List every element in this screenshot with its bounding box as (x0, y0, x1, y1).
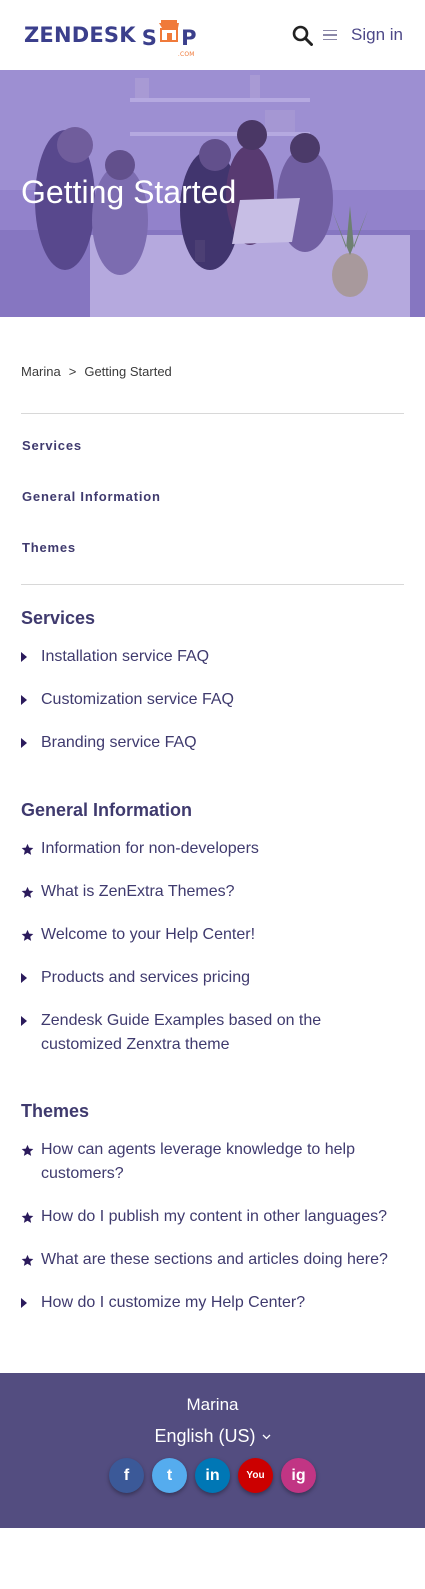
divider (21, 584, 404, 585)
page-title: Getting Started (21, 174, 237, 210)
article-link[interactable]: Welcome to your Help Center! (21, 923, 404, 947)
chevron-down-icon (262, 1434, 270, 1439)
hero-banner: Getting Started (0, 70, 425, 317)
section-title[interactable]: Services (21, 608, 404, 629)
header-actions: Sign in (290, 23, 403, 47)
language-label: English (US) (154, 1426, 256, 1446)
sign-in-link[interactable]: Sign in (351, 25, 403, 45)
article-title: Customization service FAQ (41, 691, 234, 708)
article-title: What is ZenExtra Themes? (41, 883, 235, 900)
shop-awning-icon (158, 19, 180, 43)
logo-dotcom: .COM (177, 50, 195, 58)
section-nav-services[interactable]: Services (22, 438, 404, 489)
logo-shop: SP .COM (141, 19, 197, 58)
main-content: Marina > Getting Started Services Genera… (0, 364, 425, 1315)
article-link[interactable]: Installation service FAQ (21, 645, 404, 669)
article-title: Branding service FAQ (41, 734, 197, 751)
article-link[interactable]: How can agents leverage knowledge to hel… (21, 1138, 404, 1186)
social-glyph: ig (291, 1466, 306, 1484)
article-title: How can agents leverage knowledge to hel… (41, 1141, 355, 1182)
instagram-icon[interactable]: ig (281, 1458, 316, 1493)
site-footer: Marina English (US) f t in You ig (0, 1373, 425, 1528)
article-title: What are these sections and articles doi… (41, 1251, 388, 1268)
section-title[interactable]: Themes (21, 1101, 404, 1122)
footer-brand[interactable]: Marina (187, 1395, 239, 1415)
logo-shop-s: S (141, 25, 158, 50)
article-title: How do I publish my content in other lan… (41, 1208, 387, 1225)
breadcrumb-separator: > (68, 364, 77, 379)
section-title[interactable]: General Information (21, 800, 404, 821)
article-link[interactable]: Zendesk Guide Examples based on the cust… (21, 1009, 404, 1057)
article-link[interactable]: Information for non-developers (21, 837, 404, 861)
article-link[interactable]: What is ZenExtra Themes? (21, 880, 404, 904)
social-glyph: You (246, 1470, 265, 1481)
twitter-icon[interactable]: t (152, 1458, 187, 1493)
linkedin-icon[interactable]: in (195, 1458, 230, 1493)
logo-shop-p: P (181, 25, 197, 50)
star-icon (21, 880, 41, 904)
breadcrumb-current: Getting Started (84, 364, 172, 379)
star-icon (21, 1205, 41, 1229)
section-nav: Services General Information Themes (21, 414, 404, 591)
caret-right-icon (21, 731, 41, 755)
facebook-icon[interactable]: f (109, 1458, 144, 1493)
caret-right-icon (21, 966, 41, 990)
article-link[interactable]: How do I publish my content in other lan… (21, 1205, 404, 1229)
language-selector[interactable]: English (US) (154, 1426, 270, 1447)
article-link[interactable]: Customization service FAQ (21, 688, 404, 712)
star-icon (21, 1248, 41, 1272)
logo[interactable]: ZENDESK SP .COM (24, 19, 197, 58)
caret-right-icon (21, 1291, 41, 1315)
star-icon (21, 1138, 41, 1162)
article-link[interactable]: What are these sections and articles doi… (21, 1248, 404, 1272)
breadcrumb-home[interactable]: Marina (21, 364, 61, 379)
site-header: ZENDESK SP .COM Sign in (0, 0, 425, 70)
article-link[interactable]: How do I customize my Help Center? (21, 1291, 404, 1315)
article-title: How do I customize my Help Center? (41, 1294, 306, 1311)
article-link[interactable]: Branding service FAQ (21, 731, 404, 755)
article-title: Welcome to your Help Center! (41, 926, 256, 943)
article-title: Information for non-developers (41, 840, 259, 857)
caret-right-icon (21, 1009, 41, 1033)
section-nav-general-information[interactable]: General Information (22, 489, 404, 540)
article-title: Zendesk Guide Examples based on the cust… (41, 1012, 322, 1053)
article-link[interactable]: Products and services pricing (21, 966, 404, 990)
section-general-information: General Information Information for non-d… (21, 800, 404, 1057)
social-links: f t in You ig (109, 1458, 316, 1493)
logo-word: ZENDESK (24, 23, 136, 47)
breadcrumb: Marina > Getting Started (21, 364, 404, 379)
caret-right-icon (21, 688, 41, 712)
article-title: Installation service FAQ (41, 648, 210, 665)
section-services: Services Installation service FAQ Customiz… (21, 608, 404, 755)
caret-right-icon (21, 645, 41, 669)
youtube-icon[interactable]: You (238, 1458, 273, 1493)
star-icon (21, 837, 41, 861)
section-themes: Themes How can agents leverage knowledge … (21, 1101, 404, 1315)
social-glyph: in (205, 1466, 220, 1484)
search-icon[interactable] (290, 23, 314, 47)
social-glyph: f (123, 1466, 130, 1484)
social-glyph: t (166, 1466, 173, 1484)
article-title: Products and services pricing (41, 969, 250, 986)
menu-icon[interactable] (323, 29, 338, 41)
article-sections: Services Installation service FAQ Customiz… (21, 608, 404, 1315)
star-icon (21, 923, 41, 947)
